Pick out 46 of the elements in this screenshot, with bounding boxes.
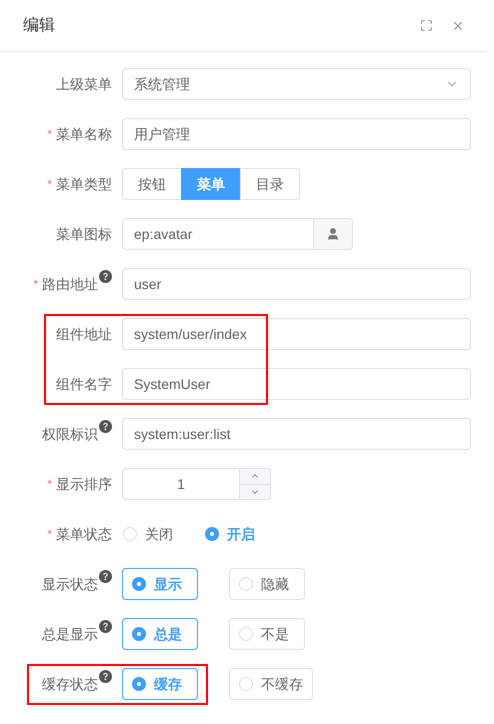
field-label: 菜单名称 xyxy=(56,124,112,144)
required-mark: * xyxy=(47,526,52,543)
select-field[interactable]: 系统管理 xyxy=(122,68,471,100)
help-icon[interactable] xyxy=(99,420,112,433)
field-label: 菜单状态 xyxy=(56,524,112,544)
input-field[interactable]: SystemUser xyxy=(122,368,471,400)
required-mark: * xyxy=(47,176,52,193)
required-mark: * xyxy=(33,276,38,293)
fullscreen-icon[interactable] xyxy=(420,19,433,32)
field-label: 路由地址 xyxy=(42,274,98,294)
field-label: 菜单类型 xyxy=(56,174,112,194)
field-label: 总是显示 xyxy=(42,624,98,644)
radio-option[interactable]: 隐藏 xyxy=(229,568,305,600)
radio-button[interactable] xyxy=(239,627,253,641)
radio-option[interactable]: 不缓存 xyxy=(229,668,313,700)
radio-label: 关闭 xyxy=(145,524,173,544)
required-mark: * xyxy=(47,476,52,493)
help-icon[interactable] xyxy=(99,270,112,283)
input-field[interactable]: user xyxy=(122,268,471,300)
help-icon[interactable] xyxy=(99,620,112,633)
field-label: 权限标识 xyxy=(42,424,98,444)
radio-button[interactable] xyxy=(123,527,137,541)
input-field[interactable]: 用户管理 xyxy=(122,118,471,150)
radio-button[interactable] xyxy=(239,577,253,591)
required-mark: * xyxy=(47,126,52,143)
radio-button[interactable] xyxy=(205,527,219,541)
radio-button[interactable] xyxy=(132,577,146,591)
segment-tab[interactable]: 目录 xyxy=(240,168,300,200)
field-label: 菜单图标 xyxy=(56,224,112,244)
field-label: 上级菜单 xyxy=(56,74,112,94)
radio-button[interactable] xyxy=(239,677,253,691)
field-label: 组件地址 xyxy=(56,324,112,344)
segment-tab[interactable]: 按钮 xyxy=(122,168,182,200)
radio-label: 开启 xyxy=(227,524,255,544)
field-label: 组件名字 xyxy=(56,374,112,394)
field-label: 显示状态 xyxy=(42,574,98,594)
field-label: 缓存状态 xyxy=(42,674,98,694)
radio-option[interactable]: 不是 xyxy=(229,618,305,650)
field-label: 显示排序 xyxy=(56,474,112,494)
radio-button[interactable] xyxy=(132,677,146,691)
input-field[interactable]: system:user:list xyxy=(122,418,471,450)
input-field[interactable]: system/user/index xyxy=(122,318,471,350)
help-icon[interactable] xyxy=(99,570,112,583)
radio-button[interactable] xyxy=(132,627,146,641)
dialog-title: 编辑 xyxy=(23,16,55,36)
help-icon[interactable] xyxy=(99,670,112,683)
